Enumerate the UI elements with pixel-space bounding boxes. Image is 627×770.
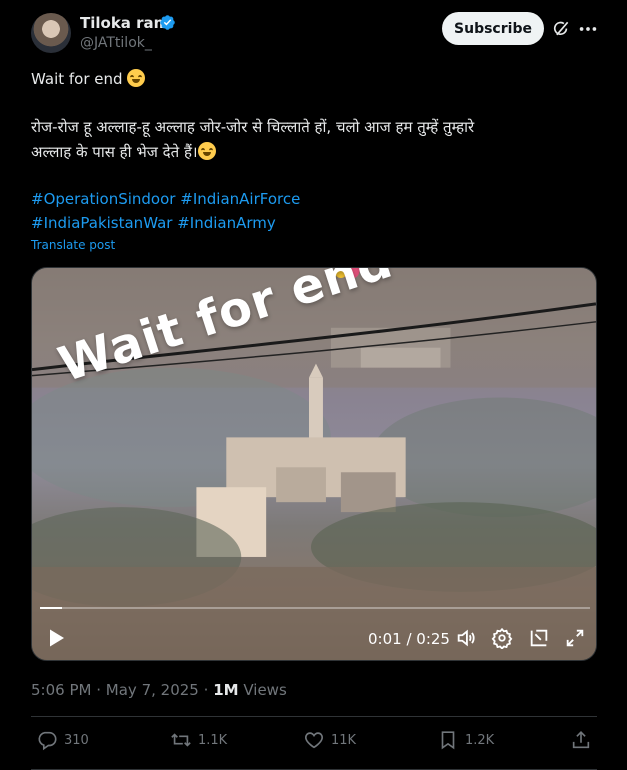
post-text-line-1: Wait for end (31, 69, 146, 88)
post-date[interactable]: May 7, 2025 (106, 681, 199, 699)
hashtag-link[interactable]: #IndianArmy (177, 214, 276, 232)
video-player[interactable]: Wait for end 0:01 / 0:25 (31, 267, 597, 661)
thinking-emoji-icon (197, 142, 216, 160)
like-count: 11K (331, 732, 357, 748)
volume-icon[interactable] (455, 627, 477, 649)
settings-gear-icon[interactable] (491, 627, 513, 649)
verified-badge-icon (160, 15, 175, 30)
heart-icon (305, 732, 323, 749)
bookmark-button[interactable]: 1.2K (437, 729, 494, 751)
grok-icon[interactable] (551, 19, 571, 39)
share-icon (572, 731, 590, 749)
hashtag-link[interactable]: #IndianAirForce (180, 190, 300, 208)
meta-separator: · (203, 681, 209, 699)
video-time: 0:01 / 0:25 (368, 630, 450, 648)
meta-separator: · (96, 681, 102, 699)
post-time[interactable]: 5:06 PM (31, 681, 91, 699)
repost-button[interactable]: 1.1K (170, 729, 227, 751)
laughing-emoji-icon (127, 69, 146, 87)
subscribe-button[interactable]: Subscribe (442, 12, 544, 45)
hashtag-line-1: #OperationSindoor #IndianAirForce (31, 190, 300, 208)
reply-icon (38, 731, 57, 751)
bookmark-count: 1.2K (465, 732, 495, 748)
translate-post-link[interactable]: Translate post (31, 238, 115, 252)
views-label: Views (243, 681, 287, 699)
reply-button[interactable]: 310 (36, 729, 89, 751)
reply-count: 310 (64, 732, 89, 748)
like-button[interactable]: 11K (303, 729, 356, 751)
author-handle[interactable]: @JATtilok_ (80, 35, 152, 51)
divider (31, 716, 597, 717)
fullscreen-icon[interactable] (564, 627, 586, 649)
video-progress-fill (40, 607, 62, 609)
views-count: 1M (213, 681, 239, 699)
post-text-line-3: अल्लाह के पास ही भेज देते हैं। (31, 142, 216, 162)
repost-icon (171, 733, 191, 747)
bookmark-icon (441, 731, 455, 750)
author-name[interactable]: Tiloka ram (80, 14, 169, 32)
post-meta: 5:06 PM · May 7, 2025 · 1M Views (31, 681, 287, 699)
hashtag-line-2: #IndiaPakistanWar #IndianArmy (31, 214, 276, 232)
post-text-line-3-content: अल्लाह के पास ही भेज देते हैं। (31, 143, 198, 161)
more-icon[interactable] (577, 18, 599, 40)
post-text-line-2: रोज-रोज हू अल्लाह-हू अल्लाह जोर-जोर से च… (31, 118, 475, 136)
hashtag-link[interactable]: #OperationSindoor (31, 190, 175, 208)
post-text-title: Wait for end (31, 70, 123, 88)
hashtag-link[interactable]: #IndiaPakistanWar (31, 214, 172, 232)
pop-out-icon[interactable] (528, 627, 550, 649)
post: Tiloka ram @JATtilok_ Subscribe Wait for… (0, 0, 627, 770)
video-progress-bar[interactable] (40, 607, 590, 609)
avatar[interactable] (31, 13, 71, 53)
play-icon[interactable] (44, 626, 68, 650)
repost-count: 1.1K (198, 732, 228, 748)
share-button[interactable] (570, 729, 592, 751)
